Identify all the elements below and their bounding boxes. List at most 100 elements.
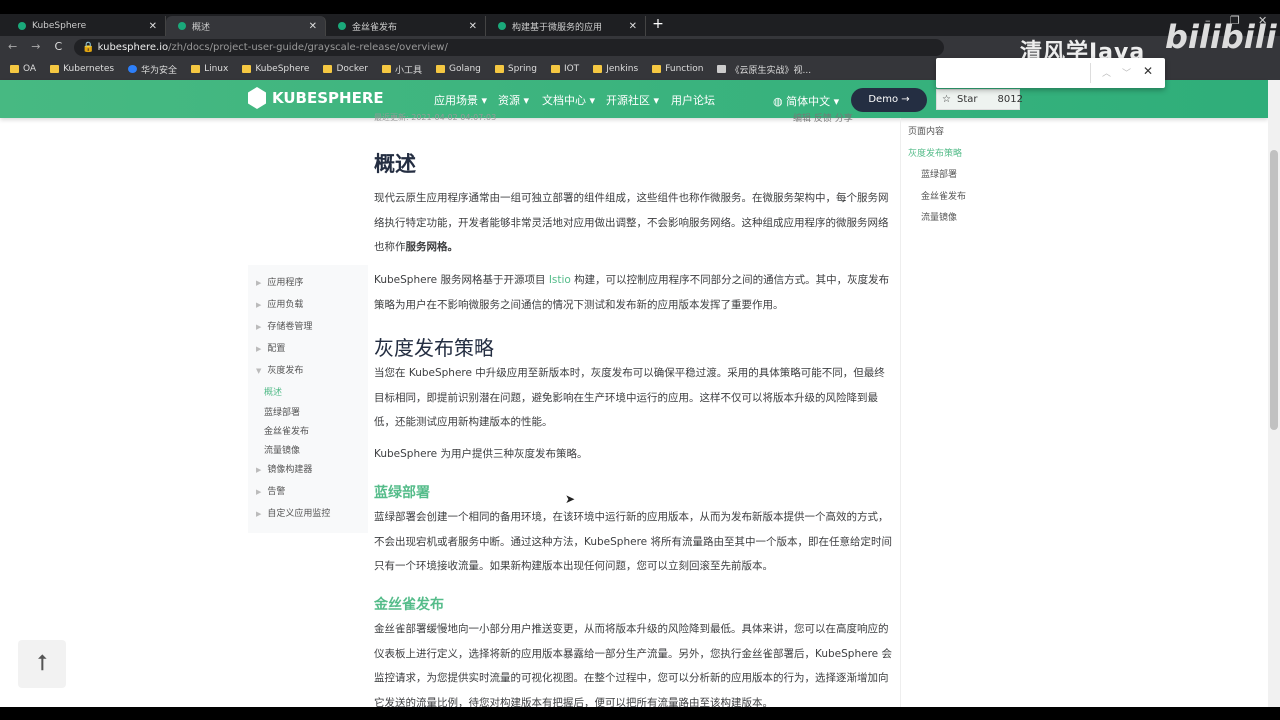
share-link[interactable]: 分享	[835, 114, 853, 124]
nav-docs[interactable]: 文档中心 ▾	[542, 92, 595, 108]
sidebar-item[interactable]: ▶ 告警	[256, 484, 285, 497]
find-next-icon[interactable]: ﹀	[1122, 66, 1131, 79]
back-icon[interactable]: ←	[8, 40, 17, 53]
demo-button[interactable]: Demo →	[851, 88, 927, 112]
toc-title: 页面内容	[908, 127, 945, 137]
close-tab-icon[interactable]: ✕	[469, 21, 477, 32]
page-title: 概述	[374, 152, 416, 176]
sidebar-item[interactable]: ▶ 应用程序	[256, 275, 303, 288]
folder-icon	[50, 65, 60, 73]
url-input[interactable]: 🔒 kubesphere.io/zh/docs/project-user-gui…	[74, 39, 944, 56]
bookmark[interactable]: Function	[652, 64, 703, 74]
close-tab-icon[interactable]: ✕	[149, 21, 157, 32]
strategy-paragraph: 当您在 KubeSphere 中升级应用至新版本时，灰度发布可以确保平稳过渡。采…	[374, 367, 885, 428]
toc-item[interactable]: 蓝绿部署	[921, 167, 957, 180]
blue-green-paragraph: 蓝绿部署会创建一个相同的备用环境，在该环境中运行新的应用版本，从而为发布新版本提…	[374, 511, 892, 572]
bookmark[interactable]: 《云原生实战》视...	[717, 63, 811, 76]
reload-icon[interactable]: C	[54, 40, 62, 53]
kubesphere-favicon-icon	[18, 22, 26, 30]
sidebar-subitem[interactable]: 流量镜像	[264, 443, 300, 456]
bookmark[interactable]: Spring	[494, 64, 537, 74]
url-path: /zh/docs/project-user-guide/grayscale-re…	[168, 42, 448, 53]
bookmark[interactable]: 小工具	[381, 63, 422, 76]
canary-paragraph: 金丝雀部署缓慢地向一小部分用户推送变更，从而将版本升级的风险降到最低。具体来讲，…	[374, 623, 892, 709]
tab-label: KubeSphere	[32, 21, 87, 31]
bookmark[interactable]: Golang	[435, 64, 481, 74]
kubesphere-logo[interactable]: KUBESPHERE	[248, 87, 384, 109]
toc-item[interactable]: 流量镜像	[921, 210, 957, 223]
bookmark[interactable]: Kubernetes	[50, 64, 114, 74]
find-previous-icon[interactable]: ︿	[1102, 66, 1111, 79]
folder-icon	[323, 65, 333, 73]
bookmark-label: 《云原生实战》视...	[730, 65, 812, 76]
sidebar-item-expanded[interactable]: ▼ 灰度发布	[256, 363, 303, 376]
label: 灰度发布	[267, 366, 304, 376]
caret-down-icon: ▼	[256, 367, 262, 375]
istio-paragraph: KubeSphere 服务网格基于开源项目 Istio 构建，可以控制应用程序不…	[374, 268, 894, 317]
new-tab-button[interactable]: +	[650, 16, 666, 32]
label: 配置	[267, 344, 286, 354]
kubesphere-favicon-icon	[178, 22, 186, 30]
forward-icon[interactable]: →	[31, 40, 40, 53]
star-icon: ☆	[942, 94, 951, 105]
browser-tab[interactable]: 金丝雀发布 ✕	[326, 16, 486, 36]
divider	[1090, 63, 1091, 83]
browser-tab[interactable]: KubeSphere ✕	[6, 16, 166, 36]
bookmark[interactable]: Linux	[191, 64, 228, 74]
star-label: Star	[956, 94, 978, 105]
istio-link[interactable]: Istio	[549, 274, 571, 286]
sidebar-subitem[interactable]: 蓝绿部署	[264, 405, 300, 418]
folder-icon	[494, 65, 504, 73]
browser-tab-active[interactable]: 概述 ✕	[166, 16, 326, 36]
browser-tab[interactable]: 构建基于微服务的应用 ✕	[486, 16, 646, 36]
language-label: 简体中文 ▾	[786, 95, 840, 108]
language-select[interactable]: ◍ 简体中文 ▾	[773, 93, 839, 109]
sidebar-item[interactable]: ▶ 存储卷管理	[256, 319, 312, 332]
logo-text: KUBESPHERE	[272, 89, 384, 107]
feedback-link[interactable]: 反馈	[814, 114, 832, 124]
nav-resources[interactable]: 资源 ▾	[498, 92, 529, 108]
github-star-button[interactable]: ☆ Star 8012	[936, 89, 1023, 110]
back-to-top-button[interactable]: ⭡	[18, 640, 66, 688]
sidebar-item[interactable]: ▶ 应用负载	[256, 297, 303, 310]
folder-icon	[652, 65, 662, 73]
bookmark-label: OA	[23, 64, 37, 74]
canary-heading: 金丝雀发布	[374, 597, 444, 613]
section-heading: 灰度发布策略	[374, 336, 494, 360]
sidebar-item[interactable]: ▶ 镜像构建器	[256, 462, 312, 475]
bookmark[interactable]: Jenkins	[593, 64, 638, 74]
toc-divider	[900, 118, 901, 708]
huawei-icon	[128, 65, 138, 73]
edit-link[interactable]: 编辑	[793, 114, 811, 124]
scrollbar-thumb[interactable]	[1270, 150, 1278, 430]
sidebar-subitem[interactable]: 金丝雀发布	[264, 424, 309, 437]
bookmark[interactable]: IOT	[550, 64, 580, 74]
toc-item[interactable]: 金丝雀发布	[921, 189, 966, 202]
sidebar-subitem-active[interactable]: 概述	[264, 385, 282, 398]
text: KubeSphere 服务网格基于开源项目	[374, 274, 549, 286]
bookmark[interactable]: 华为安全	[128, 63, 177, 76]
close-tab-icon[interactable]: ✕	[629, 21, 637, 32]
intro-paragraph: 现代云原生应用程序通常由一组可独立部署的组件组成，这些组件也称作微服务。在微服务…	[374, 186, 894, 260]
bookmark[interactable]: Docker	[323, 64, 368, 74]
star-count: 8012	[997, 94, 1023, 105]
bookmark-label: IOT	[563, 64, 580, 74]
last-updated: 最近更新: 2021-04-02 04:07:03	[374, 113, 497, 122]
sidebar-item[interactable]: ▶ 配置	[256, 341, 285, 354]
toc-item-active[interactable]: 灰度发布策略	[908, 146, 962, 159]
nav-community[interactable]: 开源社区 ▾	[606, 92, 659, 108]
close-tab-icon[interactable]: ✕	[309, 21, 317, 32]
bookmark[interactable]: KubeSphere	[242, 64, 309, 74]
bookmark-label: 华为安全	[141, 65, 178, 76]
nav-forum[interactable]: 用户论坛	[671, 92, 715, 108]
label: 存储卷管理	[267, 322, 313, 332]
bookmark[interactable]: OA	[10, 64, 36, 74]
nav-scenarios[interactable]: 应用场景 ▾	[434, 92, 487, 108]
sidebar-item[interactable]: ▶ 自定义应用监控	[256, 506, 330, 519]
folder-icon	[593, 65, 603, 73]
close-find-icon[interactable]: ✕	[1143, 64, 1153, 78]
globe-icon: ◍	[773, 95, 787, 108]
find-input[interactable]	[942, 63, 1082, 83]
browser-nav: ← → C	[8, 40, 62, 53]
bilibili-logo: bilibili	[1165, 18, 1277, 56]
